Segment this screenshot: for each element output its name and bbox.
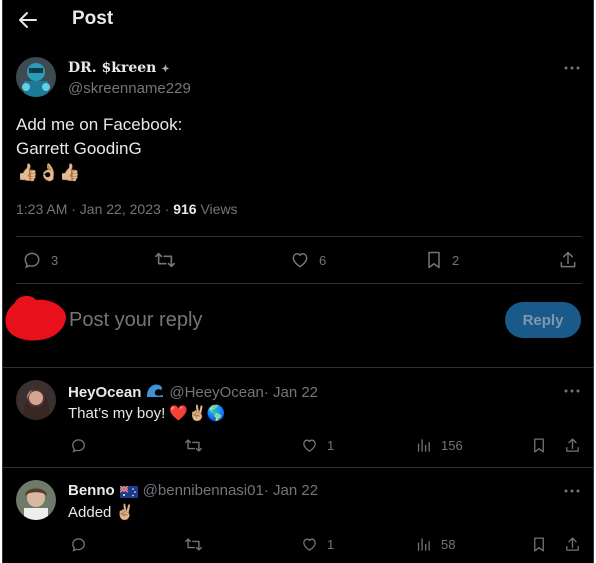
reply-icon <box>24 252 40 269</box>
repost-icon <box>185 538 202 551</box>
reply-date[interactable]: · Jan 22 <box>264 482 318 499</box>
reply-author-handle[interactable]: @HeeyOcean <box>169 384 263 401</box>
wave-icon <box>145 382 165 402</box>
like-count: 1 <box>327 537 335 552</box>
reply-date[interactable]: · Jan 22 <box>264 384 318 401</box>
heart-icon <box>303 439 316 452</box>
views-count: 156 <box>441 438 463 453</box>
bookmark-action-button[interactable] <box>531 536 547 553</box>
divider <box>3 467 593 468</box>
like-action-button[interactable]: 1 <box>301 536 334 553</box>
reply-text: That’s my boy! ❤️✌🏼🌎 <box>68 405 226 422</box>
bookmark-icon <box>534 438 544 453</box>
reply-action-button[interactable] <box>70 536 87 553</box>
reply-text: Added ✌🏼 <box>68 504 135 521</box>
reply-avatar[interactable] <box>16 380 56 420</box>
current-user-avatar <box>4 292 67 342</box>
reply-author-name[interactable]: Benno <box>68 482 115 499</box>
post-timestamp[interactable]: 1:23 AM · Jan 22, 2023 · 916 Views <box>16 201 238 217</box>
bookmark-count: 2 <box>452 252 460 268</box>
divider <box>16 283 582 284</box>
views-action-button[interactable]: 58 <box>415 536 455 553</box>
page-title: Post <box>72 8 114 29</box>
reply-input[interactable]: Post your reply <box>69 309 202 332</box>
bookmark-icon <box>428 251 440 269</box>
share-icon <box>560 251 576 268</box>
like-count: 6 <box>319 252 327 268</box>
post-page: Post DR. $kreen ✦ @skreenname229 Add me … <box>2 0 594 563</box>
repost-action-button[interactable] <box>154 250 176 270</box>
more-options-icon[interactable] <box>562 481 582 501</box>
reply-button[interactable]: Reply <box>505 302 581 338</box>
author-avatar[interactable] <box>16 57 56 97</box>
author-name[interactable]: DR. $kreen ✦ <box>68 60 170 76</box>
post-emojis: 👍🏼👌🏼👍🏼 <box>17 163 81 182</box>
reply-avatar[interactable] <box>16 480 56 520</box>
like-count: 1 <box>327 438 335 453</box>
views-count: 58 <box>441 537 456 552</box>
divider <box>3 367 593 368</box>
share-action-button[interactable] <box>558 250 578 270</box>
verified-badge-icon: ✦ <box>161 64 170 75</box>
views-action-button[interactable]: 156 <box>415 437 463 454</box>
like-action-button[interactable]: 6 <box>290 250 326 270</box>
post-text-line-1: Add me on Facebook: <box>16 115 183 134</box>
share-action-button[interactable] <box>564 536 581 553</box>
repost-icon <box>155 252 175 268</box>
author-handle[interactable]: @skreenname229 <box>68 80 191 97</box>
bookmark-action-button[interactable] <box>531 437 547 454</box>
share-icon <box>566 537 579 551</box>
reply-action-button[interactable] <box>70 437 87 454</box>
share-action-button[interactable] <box>564 437 581 454</box>
like-action-button[interactable]: 1 <box>301 437 334 454</box>
repost-action-button[interactable] <box>184 536 203 553</box>
reply-author-name[interactable]: HeyOcean <box>68 384 141 401</box>
bookmark-action-button[interactable]: 2 <box>425 250 459 270</box>
more-options-icon[interactable] <box>562 58 582 78</box>
views-label: Views <box>196 201 238 217</box>
bookmark-icon <box>534 537 544 552</box>
post-text-line-2: Garrett GoodinG <box>16 139 142 158</box>
reply-count: 3 <box>51 252 59 268</box>
reply-header: Benno @bennibennasi01 · Jan 22 <box>68 482 318 499</box>
australia-flag-icon <box>119 485 138 498</box>
reply-icon <box>72 439 85 453</box>
analytics-icon <box>417 538 430 551</box>
author-display-name: DR. $kreen <box>68 60 157 76</box>
reply-author-handle[interactable]: @bennibennasi01 <box>143 482 264 499</box>
repost-icon <box>185 439 202 452</box>
post-time: 1:23 AM · Jan 22, 2023 · <box>16 201 174 217</box>
heart-icon <box>303 538 316 551</box>
repost-action-button[interactable] <box>184 437 203 454</box>
reply-header: HeyOcean @HeeyOcean · Jan 22 <box>68 382 318 402</box>
more-options-icon[interactable] <box>562 381 582 401</box>
views-count: 916 <box>173 201 197 217</box>
analytics-icon <box>417 439 430 452</box>
reply-icon <box>72 538 85 552</box>
top-bar: Post <box>3 0 593 40</box>
heart-icon <box>292 253 308 268</box>
share-icon <box>566 438 579 452</box>
reply-action-button[interactable]: 3 <box>22 250 58 270</box>
back-arrow-icon[interactable] <box>16 8 40 32</box>
divider <box>16 236 582 237</box>
